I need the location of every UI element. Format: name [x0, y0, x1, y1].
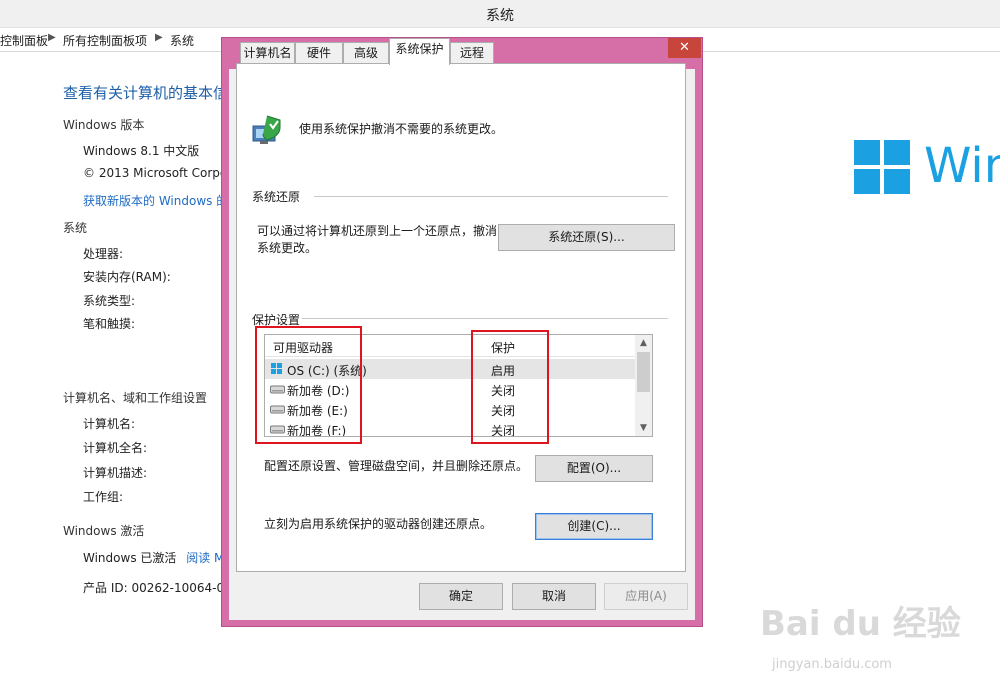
- background-window-title: 系统: [486, 8, 514, 24]
- cancel-button[interactable]: 取消: [512, 583, 596, 610]
- restore-description-2: 系统更改。: [257, 241, 318, 255]
- breadcrumb-chevron-icon: ▶: [48, 32, 56, 43]
- background-title-bar: 系统: [0, 0, 1000, 28]
- listbox-scrollbar[interactable]: ▲ ▼: [635, 335, 652, 436]
- highlight-protection-column: [471, 330, 549, 444]
- group-divider: [314, 196, 668, 197]
- breadcrumb-system[interactable]: 系统: [170, 32, 194, 49]
- tab-remote[interactable]: 远程: [450, 42, 494, 64]
- scroll-down-icon[interactable]: ▼: [635, 420, 652, 436]
- ok-button[interactable]: 确定: [419, 583, 503, 610]
- apply-button[interactable]: 应用(A): [604, 583, 688, 610]
- computer-name-label: 计算机名:: [83, 417, 136, 431]
- copyright-text: © 2013 Microsoft Corpo: [83, 166, 228, 180]
- get-new-windows-link[interactable]: 获取新版本的 Windows 的: [83, 192, 228, 209]
- configure-description: 配置还原设置、管理磁盘空间，并且删除还原点。: [264, 459, 529, 473]
- windows-edition-value: Windows 8.1 中文版: [83, 144, 200, 158]
- tab-system-protection[interactable]: 系统保护: [389, 38, 450, 65]
- full-computer-name-label: 计算机全名:: [83, 441, 148, 455]
- system-restore-button[interactable]: 系统还原(S)...: [498, 224, 675, 251]
- windows-logo-icon: [854, 140, 912, 196]
- product-id: 产品 ID: 00262-10064-04: [83, 581, 232, 595]
- workgroup-label: 工作组:: [83, 490, 124, 504]
- activation-section: Windows 激活: [63, 524, 145, 538]
- group-divider: [302, 318, 668, 319]
- baidu-watermark: Bai du 经验: [760, 604, 961, 644]
- system-section: 系统: [63, 221, 88, 235]
- activation-status-text: Windows 已激活: [83, 551, 177, 565]
- restore-description-1: 可以通过将计算机还原到上一个还原点，撤消: [257, 224, 498, 238]
- configure-button[interactable]: 配置(O)...: [535, 455, 653, 482]
- create-description: 立刻为启用系统保护的驱动器创建还原点。: [264, 517, 493, 531]
- breadcrumb-chevron-icon: ▶: [155, 32, 163, 43]
- protection-intro-text: 使用系统保护撤消不需要的系统更改。: [299, 122, 504, 136]
- activation-status: Windows 已激活 阅读 M: [83, 549, 224, 566]
- close-icon[interactable]: ✕: [679, 40, 690, 55]
- tab-advanced[interactable]: 高级: [343, 42, 389, 64]
- create-button[interactable]: 创建(C)...: [535, 513, 653, 540]
- system-restore-group-label: 系统还原: [252, 190, 301, 204]
- scroll-up-icon[interactable]: ▲: [635, 335, 652, 351]
- breadcrumb-all-items[interactable]: 所有控制面板项: [63, 32, 147, 49]
- read-license-link[interactable]: 阅读 M: [186, 551, 224, 565]
- tab-hardware[interactable]: 硬件: [295, 42, 343, 64]
- system-type-label: 系统类型:: [83, 294, 136, 308]
- computer-description-label: 计算机描述:: [83, 466, 148, 480]
- close-button[interactable]: ✕: [668, 38, 701, 58]
- processor-label: 处理器:: [83, 247, 124, 261]
- windows-logo-text: Win: [924, 138, 1000, 194]
- highlight-drives-column: [255, 326, 362, 444]
- system-protection-icon: [252, 115, 281, 144]
- pen-touch-label: 笔和触摸:: [83, 317, 136, 331]
- tab-computer-name[interactable]: 计算机名: [240, 42, 295, 64]
- windows-edition-section: Windows 版本: [63, 118, 145, 132]
- computer-name-section: 计算机名、域和工作组设置: [63, 391, 208, 405]
- ram-label: 安装内存(RAM):: [83, 270, 171, 284]
- scrollbar-thumb[interactable]: [637, 352, 650, 392]
- baidu-watermark-url: jingyan.baidu.com: [772, 657, 892, 672]
- page-heading: 查看有关计算机的基本信: [63, 84, 229, 102]
- breadcrumb-control-panel[interactable]: 控制面板: [0, 32, 48, 49]
